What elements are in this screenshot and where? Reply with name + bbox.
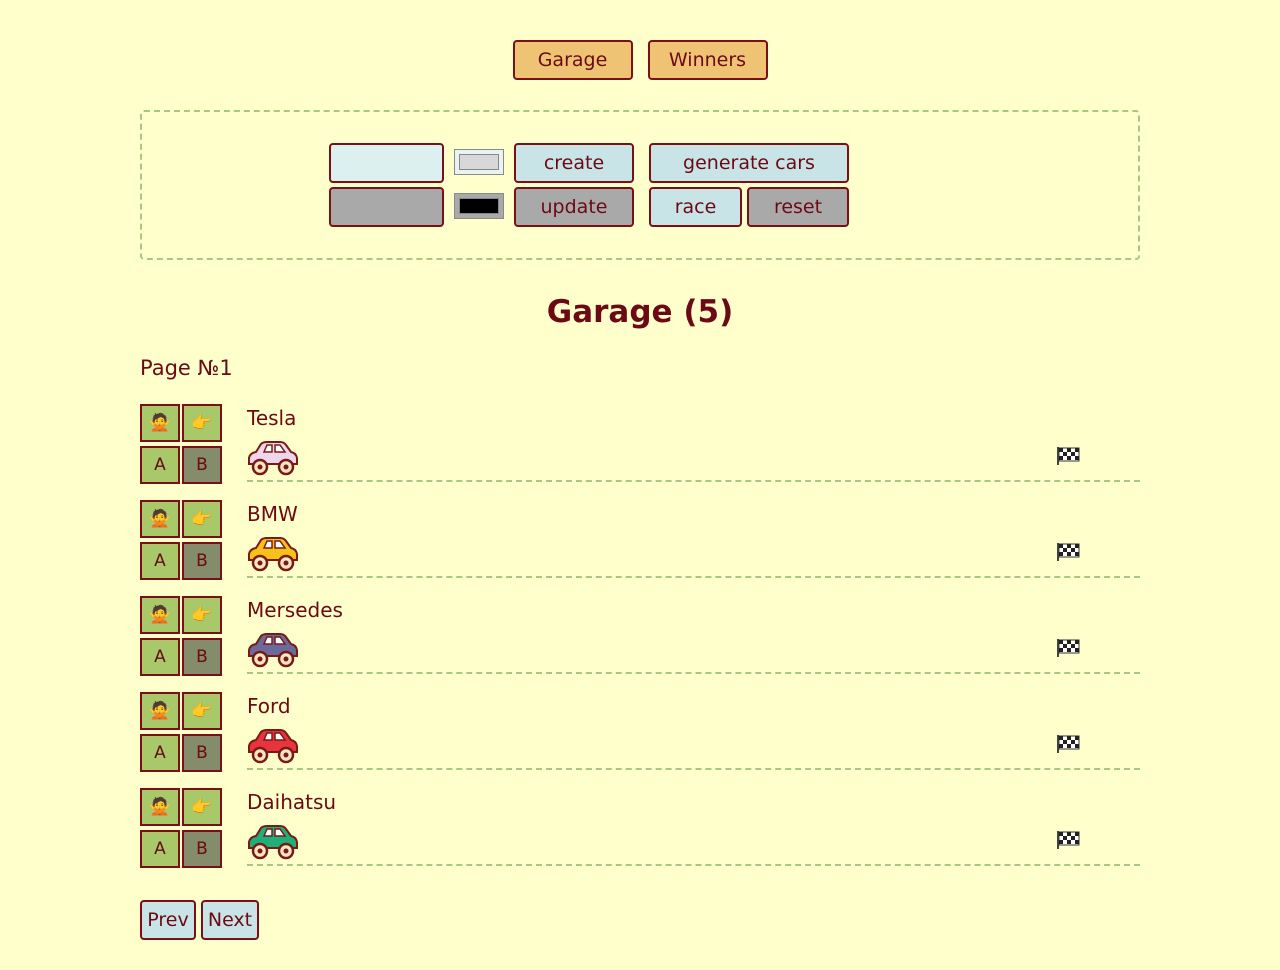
create-color-swatch [459, 154, 499, 170]
garage-nav-button[interactable]: Garage [512, 40, 633, 80]
select-car-button[interactable]: 🙅 [140, 692, 180, 730]
start-engine-button[interactable]: A [140, 542, 180, 580]
remove-car-button[interactable]: 👉 [182, 500, 222, 538]
race-track [247, 864, 1140, 866]
next-page-button[interactable]: Next [201, 900, 259, 940]
finish-flag-icon [1057, 447, 1080, 465]
create-color-picker[interactable] [454, 149, 504, 175]
person-gesturing-no-icon: 🙅 [149, 509, 171, 529]
winners-nav-button[interactable]: Winners [647, 40, 768, 80]
pointing-hand-icon: 👉 [191, 605, 213, 625]
finish-flag-icon [1057, 831, 1080, 849]
page-number-label: Page №1 [140, 356, 233, 380]
remove-car-button[interactable]: 👉 [182, 404, 222, 442]
race-track [247, 480, 1140, 482]
select-car-button[interactable]: 🙅 [140, 404, 180, 442]
car-icon [248, 441, 298, 476]
stop-engine-button[interactable]: B [182, 446, 222, 484]
person-gesturing-no-icon: 🙅 [149, 797, 171, 817]
remove-car-button[interactable]: 👉 [182, 692, 222, 730]
create-name-input[interactable] [329, 143, 444, 183]
car-row: 🙅 👉 A B Tesla [140, 404, 1140, 488]
stop-engine-button[interactable]: B [182, 542, 222, 580]
start-engine-button[interactable]: A [140, 638, 180, 676]
update-button[interactable]: update [514, 187, 634, 227]
stop-engine-button[interactable]: B [182, 830, 222, 868]
update-color-swatch [459, 198, 499, 214]
car-icon [248, 729, 298, 764]
race-button[interactable]: race [649, 187, 742, 227]
select-car-button[interactable]: 🙅 [140, 596, 180, 634]
start-engine-button[interactable]: A [140, 734, 180, 772]
remove-car-button[interactable]: 👉 [182, 596, 222, 634]
select-car-button[interactable]: 🙅 [140, 500, 180, 538]
prev-page-button[interactable]: Prev [140, 900, 196, 940]
pointing-hand-icon: 👉 [191, 509, 213, 529]
car-icon [248, 825, 298, 860]
remove-car-button[interactable]: 👉 [182, 788, 222, 826]
finish-flag-icon [1057, 639, 1080, 657]
car-controls-panel: create generate cars update race reset [140, 110, 1140, 260]
start-engine-button[interactable]: A [140, 830, 180, 868]
car-icon [248, 537, 298, 572]
race-track [247, 576, 1140, 578]
update-color-picker[interactable] [454, 193, 504, 219]
car-row: 🙅 👉 A B Daihatsu [140, 788, 1140, 872]
race-track [247, 672, 1140, 674]
pointing-hand-icon: 👉 [191, 701, 213, 721]
reset-button[interactable]: reset [747, 187, 849, 227]
generate-cars-button[interactable]: generate cars [649, 143, 849, 183]
person-gesturing-no-icon: 🙅 [149, 605, 171, 625]
car-name: Ford [247, 694, 291, 718]
race-track [247, 768, 1140, 770]
finish-flag-icon [1057, 735, 1080, 753]
person-gesturing-no-icon: 🙅 [149, 413, 171, 433]
car-name: Mersedes [247, 598, 343, 622]
main-nav: Garage Winners [0, 40, 1280, 80]
car-name: BMW [247, 502, 298, 526]
select-car-button[interactable]: 🙅 [140, 788, 180, 826]
car-icon [248, 633, 298, 668]
create-button[interactable]: create [514, 143, 634, 183]
car-name: Tesla [247, 406, 297, 430]
stop-engine-button[interactable]: B [182, 734, 222, 772]
finish-flag-icon [1057, 543, 1080, 561]
car-row: 🙅 👉 A B Ford [140, 692, 1140, 776]
person-gesturing-no-icon: 🙅 [149, 701, 171, 721]
car-row: 🙅 👉 A B Mersedes [140, 596, 1140, 680]
pointing-hand-icon: 👉 [191, 413, 213, 433]
stop-engine-button[interactable]: B [182, 638, 222, 676]
car-row: 🙅 👉 A B BMW [140, 500, 1140, 584]
pointing-hand-icon: 👉 [191, 797, 213, 817]
car-name: Daihatsu [247, 790, 337, 814]
garage-title: Garage (5) [546, 294, 734, 330]
update-name-input[interactable] [329, 187, 444, 227]
start-engine-button[interactable]: A [140, 446, 180, 484]
